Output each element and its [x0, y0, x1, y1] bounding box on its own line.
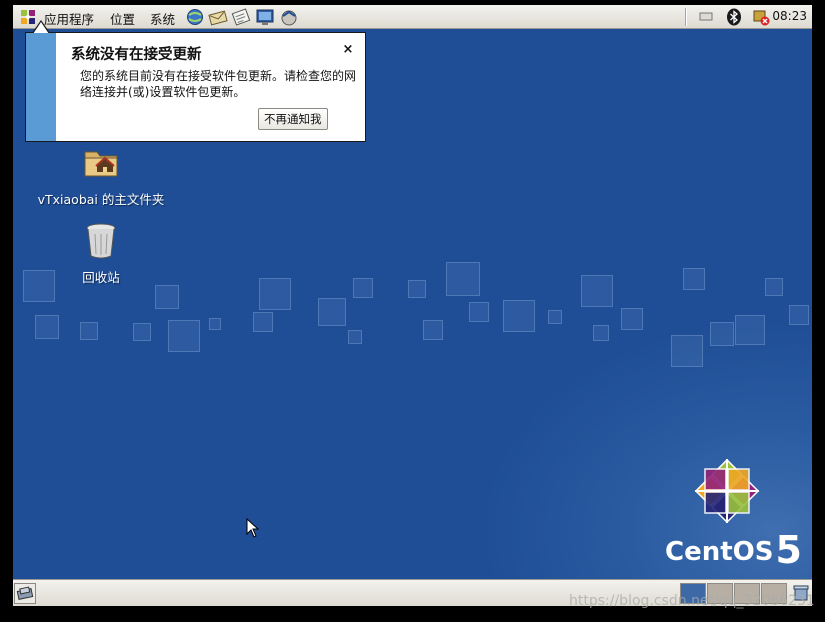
wallpaper-square: [446, 262, 480, 296]
wallpaper-square: [621, 308, 643, 330]
clock[interactable]: 08:23: [772, 9, 807, 23]
wallpaper-square: [710, 322, 734, 346]
show-desktop-icon: [16, 586, 34, 600]
wallpaper-square: [168, 320, 200, 352]
screenshot-icon[interactable]: [255, 7, 275, 27]
wallpaper-square: [23, 270, 55, 302]
panel-separator: [685, 8, 687, 26]
home-folder-icon: [84, 151, 118, 177]
wallpaper-square: [671, 335, 703, 367]
wallpaper-square: [683, 268, 705, 290]
dont-notify-button[interactable]: 不再通知我: [258, 108, 328, 130]
wallpaper-square: [548, 310, 562, 324]
show-desktop-button[interactable]: [14, 583, 36, 604]
wallpaper-square: [80, 322, 98, 340]
wallpaper-square: [408, 280, 426, 298]
wallpaper-square: [259, 278, 291, 310]
menu-places[interactable]: 位置: [110, 9, 135, 28]
centos-brand: CentOS5: [665, 528, 802, 572]
desktop-icon-trash[interactable]: 回收站: [61, 220, 141, 286]
web-browser-icon[interactable]: [185, 7, 205, 27]
mouse-cursor-icon: [246, 518, 260, 538]
wallpaper-square: [209, 318, 221, 330]
menu-applications[interactable]: 应用程序: [44, 9, 94, 28]
top-panel: 应用程序 位置 系统 08:23: [13, 5, 812, 29]
wallpaper-square: [253, 312, 273, 332]
desktop-icon-home[interactable]: vTxiaobai 的主文件夹: [31, 142, 171, 208]
brand-version: 5: [775, 528, 802, 572]
wallpaper-square: [318, 298, 346, 326]
wallpaper-square: [765, 278, 783, 296]
wallpaper-square: [423, 320, 443, 340]
watermark: https://blog.csdn.net/qq_32066231: [569, 593, 815, 609]
trash-icon: [86, 223, 116, 259]
wallpaper-square: [581, 275, 613, 307]
wallpaper-square: [593, 325, 609, 341]
update-error-icon[interactable]: [752, 8, 770, 26]
desktop-icon-label: 回收站: [82, 270, 120, 285]
notification-title: 系统没有在接受更新: [71, 47, 202, 63]
notification-stripe: [26, 33, 56, 141]
text-editor-icon[interactable]: [231, 7, 251, 27]
keyboard-icon[interactable]: [699, 8, 713, 24]
wallpaper-square: [469, 302, 489, 322]
bluetooth-icon[interactable]: [725, 8, 743, 26]
notification-body: 您的系统目前没有在接受软件包更新。请检查您的网络连接并(或)设置软件包更新。: [80, 69, 357, 99]
close-icon[interactable]: ×: [340, 42, 356, 58]
wallpaper-square: [35, 315, 59, 339]
wallpaper-square: [133, 323, 151, 341]
update-notification: 系统没有在接受更新 × 您的系统目前没有在接受软件包更新。请检查您的网络连接并(…: [25, 20, 366, 142]
wallpaper-square: [735, 315, 765, 345]
mail-icon[interactable]: [208, 7, 228, 27]
screen: 应用程序 位置 系统 08:23 vTxiaobai 的主文件夹 回收站 Cen…: [13, 5, 812, 606]
wallpaper-square: [155, 285, 179, 309]
wallpaper-square: [789, 305, 809, 325]
wallpaper-square: [348, 330, 362, 344]
wallpaper-square: [353, 278, 373, 298]
menu-system[interactable]: 系统: [150, 9, 175, 28]
centos-logo-icon: [694, 458, 760, 524]
wallpaper-square: [503, 300, 535, 332]
desktop-icon-label: vTxiaobai 的主文件夹: [37, 192, 165, 207]
brand-name: CentOS: [665, 537, 774, 567]
update-icon[interactable]: [279, 7, 299, 27]
